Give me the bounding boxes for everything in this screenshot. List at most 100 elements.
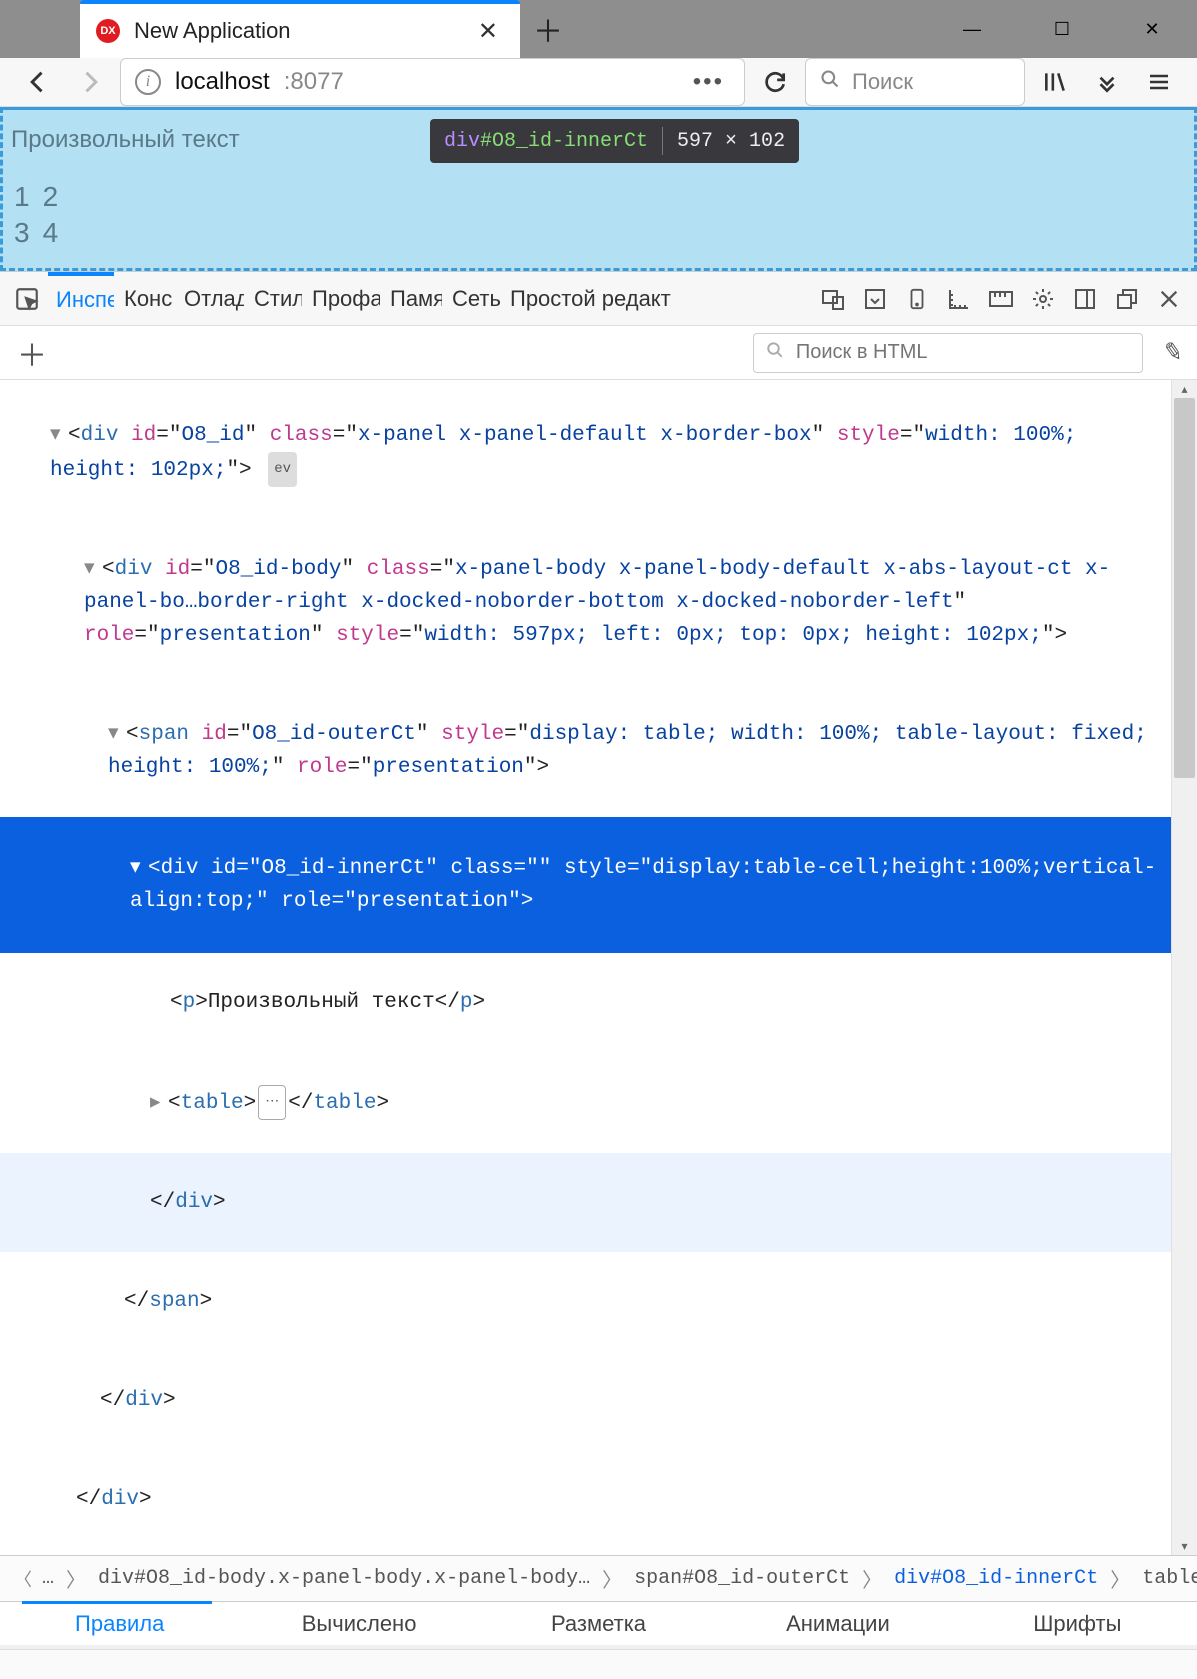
- scroll-up-icon[interactable]: ▴: [1172, 382, 1197, 396]
- library-icon[interactable]: [1033, 60, 1077, 104]
- overflow-icon[interactable]: [1085, 60, 1129, 104]
- tab-animations[interactable]: Анимации: [718, 1602, 957, 1645]
- back-button[interactable]: [16, 60, 60, 104]
- tab-profiler[interactable]: Профа: [304, 273, 380, 325]
- twisty-icon[interactable]: ▸: [150, 1087, 168, 1120]
- element-picker-icon[interactable]: [8, 280, 46, 318]
- iframe-picker-icon[interactable]: [855, 279, 895, 319]
- breadcrumb-item[interactable]: div#O8_id-body.x-panel-body.x-panel-body…: [94, 1567, 594, 1590]
- breadcrumb-separator-icon: 〉: [594, 1564, 630, 1594]
- dom-node-close[interactable]: </div>: [0, 1450, 1171, 1549]
- tab-style[interactable]: Стил: [246, 273, 302, 325]
- breadcrumb-separator-icon: 〉: [854, 1564, 890, 1594]
- dom-node[interactable]: ▾<div id="O8_id" class="x-panel x-panel-…: [0, 386, 1171, 520]
- table-row: 34: [13, 216, 68, 250]
- close-devtools-icon[interactable]: [1149, 279, 1189, 319]
- settings-icon[interactable]: [1023, 279, 1063, 319]
- reload-button[interactable]: [753, 60, 797, 104]
- search-box[interactable]: Поиск: [805, 58, 1025, 106]
- twisty-icon[interactable]: ▾: [130, 852, 148, 885]
- page-actions-icon[interactable]: •••: [687, 68, 730, 96]
- new-tab-button[interactable]: ＋: [520, 0, 576, 58]
- menu-icon[interactable]: [1137, 60, 1181, 104]
- tab-fonts[interactable]: Шрифты: [958, 1602, 1197, 1645]
- dom-node-close[interactable]: </span>: [0, 1252, 1171, 1351]
- event-badge[interactable]: ev: [268, 452, 297, 487]
- twisty-icon[interactable]: ▾: [50, 419, 68, 452]
- dom-node-close[interactable]: </div>: [0, 1351, 1171, 1450]
- dom-tree[interactable]: ▾<div id="O8_id" class="x-panel x-panel-…: [0, 380, 1171, 1555]
- tab-title: New Application: [134, 18, 472, 44]
- page-table: 12 34: [11, 178, 70, 252]
- rulers-icon[interactable]: [939, 279, 979, 319]
- twisty-icon[interactable]: ▾: [84, 553, 102, 586]
- devtools-panel: Инспе Конс Отлад Стил Профа Памя Сеть Пр…: [0, 271, 1197, 1679]
- tooltip-dimensions: 597 × 102: [677, 130, 799, 153]
- minimize-button[interactable]: —: [927, 0, 1017, 58]
- site-info-icon[interactable]: i: [135, 69, 161, 95]
- responsive-mode-icon[interactable]: [813, 279, 853, 319]
- tab-inspector[interactable]: Инспе: [48, 272, 114, 324]
- tooltip-id: #O8_id-innerCt: [480, 130, 648, 153]
- close-tab-icon[interactable]: ✕: [472, 17, 504, 46]
- search-placeholder: Поиск: [852, 69, 913, 95]
- url-bar[interactable]: i localhost :8077 •••: [120, 58, 745, 106]
- window-controls: — ☐ ✕: [927, 0, 1197, 58]
- forward-button[interactable]: [68, 60, 112, 104]
- measure-icon[interactable]: [981, 279, 1021, 319]
- devtools-searchbar: ＋ ✎: [0, 326, 1197, 380]
- tab-computed[interactable]: Вычислено: [239, 1602, 478, 1645]
- browser-navbar: i localhost :8077 ••• Поиск: [0, 58, 1197, 107]
- dom-node-close[interactable]: </div>: [0, 1153, 1171, 1252]
- tab-layout[interactable]: Разметка: [479, 1602, 718, 1645]
- breadcrumb-item-selected[interactable]: div#O8_id-innerCt: [890, 1567, 1102, 1590]
- tab-spacer: [0, 0, 80, 58]
- add-node-button[interactable]: ＋: [14, 331, 50, 375]
- ellipsis-badge[interactable]: ⋯: [258, 1085, 286, 1120]
- rules-tabbar: Правила Вычислено Разметка Анимации Шриф…: [0, 1601, 1197, 1649]
- tab-rules[interactable]: Правила: [0, 1602, 239, 1645]
- twisty-icon[interactable]: ▾: [108, 718, 126, 751]
- url-host: localhost: [175, 68, 270, 96]
- tooltip-separator: [662, 127, 663, 155]
- tab-scratchpad[interactable]: Простой редакт: [502, 273, 672, 325]
- scrollbar-thumb[interactable]: [1174, 398, 1195, 778]
- screenshot-icon[interactable]: [897, 279, 937, 319]
- dom-node[interactable]: ▾<div id="O8_id-body" class="x-panel-bod…: [0, 520, 1171, 685]
- element-info-tooltip: div#O8_id-innerCt 597 × 102: [430, 119, 799, 163]
- breadcrumb-item[interactable]: span#O8_id-outerCt: [630, 1567, 854, 1590]
- dom-breadcrumbs: 〈 … 〉 div#O8_id-body.x-panel-body.x-pane…: [0, 1555, 1197, 1601]
- browser-tab[interactable]: DX New Application ✕: [80, 0, 520, 58]
- dom-search-input[interactable]: [794, 340, 1130, 365]
- maximize-button[interactable]: ☐: [1017, 0, 1107, 58]
- page-content: Произвольный текст 12 34 div#O8_id-inner…: [0, 107, 1197, 271]
- tab-console[interactable]: Конс: [116, 273, 174, 325]
- search-icon: [766, 341, 784, 364]
- breadcrumb-scroll-left-icon[interactable]: 〈: [8, 1566, 38, 1592]
- favicon-icon: DX: [96, 19, 120, 43]
- tab-debugger[interactable]: Отлад: [176, 273, 244, 325]
- tooltip-tag: div: [430, 130, 480, 153]
- dom-node[interactable]: ▸<table>⋯</table>: [0, 1052, 1171, 1153]
- edit-icon[interactable]: ✎: [1161, 336, 1186, 368]
- tab-memory[interactable]: Памя: [382, 273, 442, 325]
- undock-icon[interactable]: [1107, 279, 1147, 319]
- search-icon: [820, 69, 840, 95]
- tab-network[interactable]: Сеть: [444, 273, 500, 325]
- vertical-scrollbar[interactable]: ▴ ▾: [1171, 380, 1197, 1555]
- breadcrumb-item[interactable]: …: [38, 1567, 58, 1590]
- close-window-button[interactable]: ✕: [1107, 0, 1197, 58]
- active-tab-indicator: [22, 1601, 212, 1604]
- table-row: 12: [13, 180, 68, 214]
- rules-toolbar: [0, 1649, 1197, 1679]
- url-port: :8077: [284, 68, 344, 96]
- dom-search-box[interactable]: [753, 333, 1143, 373]
- scroll-down-icon[interactable]: ▾: [1172, 1539, 1197, 1553]
- breadcrumb-separator-icon: 〉: [1102, 1564, 1138, 1594]
- window-titlebar: DX New Application ✕ ＋ — ☐ ✕: [0, 0, 1197, 58]
- dom-node[interactable]: <p>Произвольный текст</p>: [0, 953, 1171, 1052]
- dom-node-selected[interactable]: ▾<div id="O8_id-innerCt" class="" style=…: [0, 817, 1171, 953]
- dock-side-icon[interactable]: [1065, 279, 1105, 319]
- breadcrumb-item[interactable]: table: [1138, 1567, 1197, 1590]
- dom-node[interactable]: ▾<span id="O8_id-outerCt" style="display…: [0, 685, 1171, 817]
